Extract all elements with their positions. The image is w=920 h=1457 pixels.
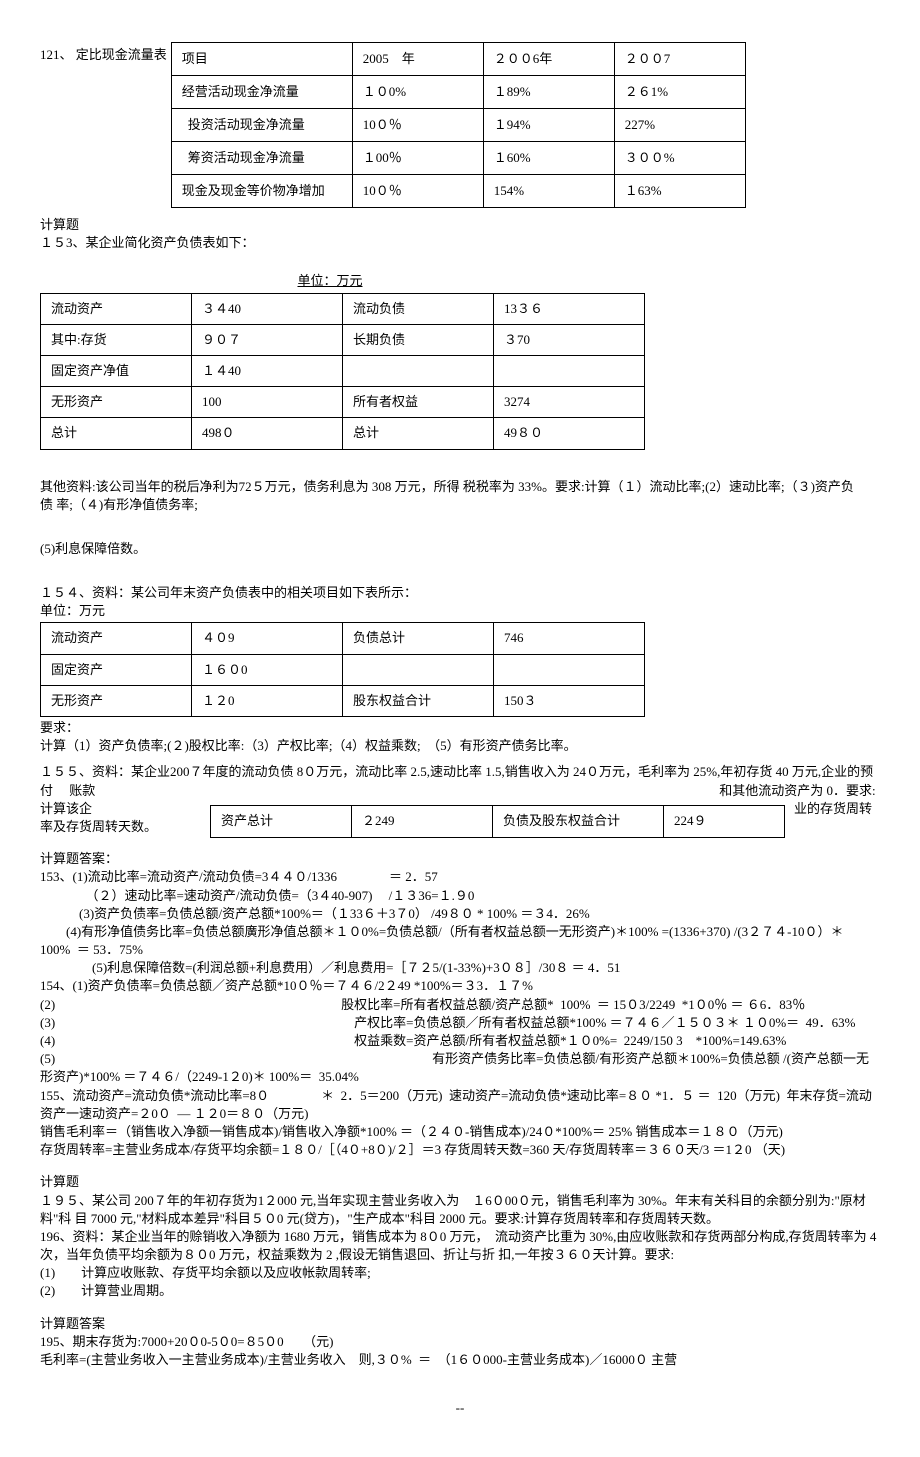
a154-5: (5) 有形资产债务比率=负债总额/有形资产总额＊100%=负债总额 /(资产总…	[40, 1050, 880, 1086]
cell: ２００7	[614, 43, 745, 76]
a153-3: (3)资产负债率=负债总额/资产总额*100%＝（１33６＋3７0） /49８０…	[40, 905, 880, 923]
table-row: 固定资产１６０0	[41, 654, 645, 685]
q154-table: 流动资产４０9负债总计746 固定资产１６０0 无形资产１２0股东权益合计150…	[40, 622, 645, 717]
answers-heading: 计算题答案：	[40, 850, 880, 868]
a155-1: 155、流动资产=流动负债*流动比率=8０ ＊ 2．5＝200（万元) 速动资产…	[40, 1087, 880, 1123]
q153-heading: １５3、某企业简化资产负债表如下：	[40, 234, 880, 252]
table-row: 流动资产３４40流动负债13３６	[41, 293, 645, 324]
a154-3: (3) 产权比率=负债总额／所有者权益总额*100% ＝７４６／１５０３＊ １０…	[40, 1014, 880, 1032]
q153-line5: (5)利息保障倍数。	[40, 540, 880, 558]
table-row: 总计498０总计49８０	[41, 418, 645, 449]
a155-3: 存货周转率=主营业务成本/存货平均余额=１８０/［（4０+8０)/２］＝3 存货…	[40, 1141, 880, 1159]
q196-1: (1) 计算应收账款、存货平均余额以及应收帐款周转率;	[40, 1264, 880, 1282]
table-row: 固定资产净值１４40	[41, 355, 645, 386]
a154-2: (2) 股权比率=所有者权益总额/资产总额* 100% ＝ 15０3/2249 …	[40, 996, 880, 1014]
q154-unit: 单位：万元	[40, 602, 880, 620]
q196-2: (2) 计算营业周期。	[40, 1282, 880, 1300]
q196: 196、资料：某企业当年的赊销收入净额为 1680 万元，销售成本为 8０0 万…	[40, 1228, 880, 1264]
table-row: 投资活动现金净流量10０％１94%227%	[171, 109, 745, 142]
cell: 项目	[171, 43, 352, 76]
q121-heading: 121、 定比现金流量表	[40, 40, 167, 64]
a195-1: 195、期末存货为:7000+20０0-5０0=８5０0 （元)	[40, 1333, 880, 1351]
table-row: 资产总计２249负债及股东权益合计224９	[211, 806, 785, 837]
q153-other: 其他资料:该公司当年的税后净利为72５万元，债务利息为 308 万元，所得 税税…	[40, 478, 880, 514]
q155-table: 资产总计２249负债及股东权益合计224９	[210, 805, 785, 837]
a153-5: (5)利息保障倍数=(利润总额+利息费用）／利息费用=［７２5/(1-33%)+…	[40, 959, 880, 977]
q195: １９５、某公司 200７年的年初存货为1２000 元,当年实现主营业务收入为 １…	[40, 1192, 880, 1228]
table-row: 现金及现金等价物净增加10０％154%１63%	[171, 175, 745, 208]
table-row: 其中:存货９０７长期负债３70	[41, 324, 645, 355]
calc2-header: 计算题	[40, 1173, 880, 1191]
a195-2: 毛利率=(主营业务收入一主营业务成本)/主营业务收入 则,３０% ＝ （1６０0…	[40, 1351, 880, 1369]
a154-4: (4) 权益乘数=资产总额/所有者权益总额*１０0%= 2249/150 3 *…	[40, 1032, 880, 1050]
table-row: 无形资产100所有者权益3274	[41, 387, 645, 418]
q121-table: 项目 2005 年 ２００6年 ２００7 经营活动现金净流量１０0%１89%２６…	[171, 42, 746, 208]
a153-1: 153、(1)流动比率=流动资产/流动负债=3４４０/1336 ＝ 2．57	[40, 868, 880, 886]
q154-req2: 计算（1）资产负债率;(２)股权比率:（3）产权比率;（4）权益乘数; （5）有…	[40, 737, 880, 755]
calc-header: 计算题	[40, 216, 880, 234]
table-row: 项目 2005 年 ２００6年 ２００7	[171, 43, 745, 76]
a153-2: （２）速动比率=速动资产/流动负债=（3４40-907) /１３36=１.９0	[40, 887, 880, 905]
a155-2: 销售毛利率＝（销售收入净额一销售成本)/销售收入净额*100% ＝（２４０-销售…	[40, 1123, 880, 1141]
a154-1: 154、(1)资产负债率=负债总额／资产总额*10０％＝７４６/2２49 *10…	[40, 977, 880, 995]
table-row: 筹资活动现金净流量１00％１60%３００%	[171, 142, 745, 175]
q153-table: 流动资产３４40流动负债13３６ 其中:存货９０７长期负债３70 固定资产净值１…	[40, 293, 645, 450]
q154-req: 要求：	[40, 719, 880, 737]
q154-heading: １５４、资料：某公司年末资产负债表中的相关项目如下表所示：	[40, 584, 880, 602]
page-footer: --	[40, 1399, 880, 1417]
table-row: 无形资产１２0股东权益合计150３	[41, 685, 645, 716]
table-row: 流动资产４０9负债总计746	[41, 623, 645, 654]
cell: 2005 年	[352, 43, 483, 76]
table-row: 经营活动现金净流量１０0%１89%２６1%	[171, 76, 745, 109]
a153-4: (4)有形净值债务比率=负债总额廣形净值总额＊１０0%=负债总额/（所有者权益总…	[40, 923, 880, 959]
cell: ２００6年	[483, 43, 614, 76]
ans2-header: 计算题答案	[40, 1315, 880, 1333]
q153-unit: 单位：万元	[40, 272, 620, 290]
